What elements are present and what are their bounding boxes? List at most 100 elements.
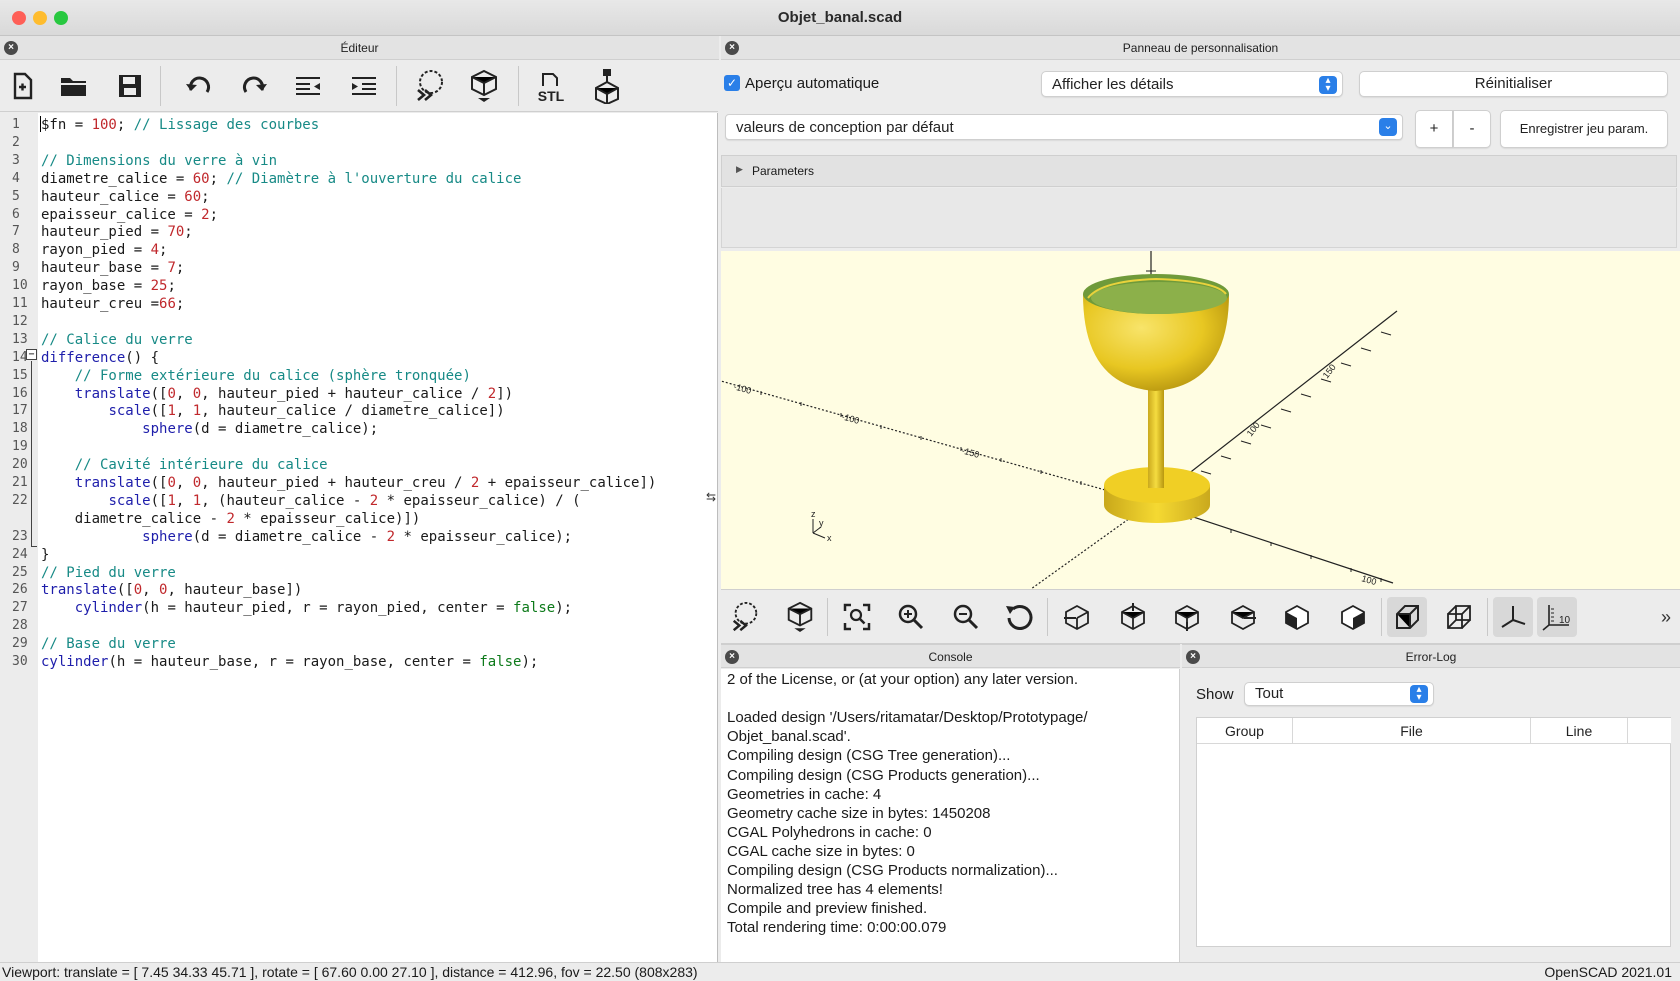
code-line[interactable]: 27 cylinder(h = hauteur_pied, r = rayon_… (0, 599, 716, 617)
view-left-icon[interactable] (1223, 597, 1263, 637)
code-token: ); (521, 654, 539, 670)
code-line[interactable]: 11 hauteur_creu =66; (0, 295, 716, 313)
add-preset-button[interactable]: + (1415, 110, 1453, 148)
indent-icon[interactable] (346, 68, 382, 104)
save-icon[interactable] (112, 68, 148, 104)
code-token: , (hauteur_calice - (201, 492, 370, 509)
zoom-in-icon[interactable] (891, 597, 931, 637)
column-header-spacer (1628, 718, 1671, 744)
orthogonal-icon[interactable] (1439, 597, 1479, 637)
perspective-icon[interactable] (1387, 597, 1427, 637)
code-line[interactable]: 10 rayon_base = 25; (0, 277, 716, 295)
code-line[interactable]: 28 (0, 617, 716, 635)
save-preset-button[interactable]: Enregistrer jeu param. (1500, 110, 1668, 148)
code-line[interactable]: 8 rayon_pied = 4; (0, 241, 716, 259)
line-number: 19 (12, 439, 28, 455)
console-line: CGAL cache size in bytes: 0 (727, 842, 915, 860)
show-scale-icon[interactable]: 10 (1537, 597, 1577, 637)
code-line[interactable]: 12 (0, 313, 716, 331)
code-token: ); (555, 600, 573, 617)
undo-icon[interactable] (181, 68, 217, 104)
preset-select[interactable]: valeurs de conception par défaut ⌄ (725, 114, 1403, 140)
column-header-group[interactable]: Group (1197, 718, 1293, 744)
code-line[interactable]: 23 sphere(d = diametre_calice - 2 * epai… (0, 528, 716, 546)
export-stl-icon[interactable]: STL (533, 68, 569, 104)
parameters-area (721, 188, 1677, 248)
column-header-file[interactable]: File (1293, 718, 1531, 744)
render-icon[interactable] (780, 597, 820, 637)
new-file-icon[interactable] (4, 68, 40, 104)
console-line: Total rendering time: 0:00:00.079 (727, 919, 947, 937)
render-icon[interactable] (466, 68, 502, 104)
details-select[interactable]: Afficher les détails ▴ ▾ (1041, 71, 1343, 97)
text-cursor (40, 116, 41, 132)
code-line[interactable]: 1 $fn = 100; // Lissage des courbes (0, 116, 716, 134)
parameters-group[interactable]: ▶ Parameters (721, 155, 1677, 187)
zoom-out-icon[interactable] (946, 597, 986, 637)
auto-preview-checkbox[interactable]: ✓ (724, 75, 740, 91)
view-right-icon[interactable] (1057, 597, 1097, 637)
code-text: hauteur_calice = 60; (41, 188, 210, 206)
code-token: ; (175, 260, 185, 277)
view-front-icon[interactable] (1277, 597, 1317, 637)
fold-marker[interactable]: − (26, 349, 37, 360)
code-line[interactable]: 19 (0, 438, 716, 456)
view-back-icon[interactable] (1333, 597, 1373, 637)
code-line[interactable]: 2 (0, 134, 716, 152)
console-output[interactable]: 2 of the License, or (at your option) an… (721, 669, 1180, 962)
code-text: translate([0, 0, hauteur_pied + hauteur_… (41, 385, 513, 403)
code-line[interactable]: 16 translate([0, 0, hauteur_pied + haute… (0, 385, 716, 403)
send-to-3d-print-icon[interactable] (589, 68, 625, 104)
code-line[interactable]: 6 epaisseur_calice = 2; (0, 206, 716, 224)
code-line[interactable]: 13 // Calice du verre (0, 331, 716, 349)
unindent-icon[interactable] (290, 68, 326, 104)
code-line[interactable]: 5 hauteur_calice = 60; (0, 188, 716, 206)
preview-icon[interactable] (412, 68, 448, 104)
redo-icon[interactable] (236, 68, 272, 104)
code-line[interactable]: 24} (0, 546, 716, 564)
3d-viewport[interactable]: -100 -100 -150 100 100 150 z y x (721, 251, 1680, 589)
errorlog-table[interactable]: Group File Line (1196, 717, 1671, 947)
code-token: ; (209, 170, 227, 187)
code-line[interactable]: 3 // Dimensions du verre à vin (0, 152, 716, 170)
code-line[interactable]: 17 scale([1, 1, hauteur_calice / diametr… (0, 402, 716, 420)
code-text: // Cavité intérieure du calice (41, 456, 328, 474)
code-line[interactable]: 4 diametre_calice = 60; // Diamètre à l'o… (0, 170, 716, 188)
code-text: diametre_calice = 60; // Diamètre à l'ou… (41, 170, 521, 188)
preview-icon[interactable] (725, 597, 765, 637)
code-token: false (479, 654, 522, 670)
show-filter-select[interactable]: Tout ▴ ▾ (1244, 682, 1434, 706)
console-line: Compile and preview finished. (727, 900, 928, 918)
code-line[interactable]: 15 // Forme extérieure du calice (sphère… (0, 367, 716, 385)
code-token: // Lissage des courbes (133, 117, 320, 133)
code-line[interactable]: 26 translate([0, 0, hauteur_base]) (0, 581, 716, 599)
view-all-icon[interactable] (837, 597, 877, 637)
code-token: translate (41, 582, 117, 599)
view-top-icon[interactable] (1113, 597, 1153, 637)
show-axes-icon[interactable] (1493, 597, 1533, 637)
code-line[interactable]: 9 hauteur_base = 7; (0, 259, 716, 277)
code-line[interactable]: 29 // Base du verre (0, 635, 716, 653)
view-bottom-icon[interactable] (1167, 597, 1207, 637)
code-line[interactable]: diametre_calice - 2 * epaisseur_calice)]… (0, 510, 716, 528)
column-header-line[interactable]: Line (1531, 718, 1628, 744)
more-icon[interactable]: » (1661, 607, 1671, 628)
reset-button[interactable]: Réinitialiser (1359, 71, 1668, 97)
splitter-handle[interactable]: ⇆ (706, 490, 716, 504)
select-arrows-icon: ▴ ▾ (1319, 76, 1337, 94)
code-token: (d = diametre_calice); (192, 421, 379, 438)
code-line[interactable]: 14 difference() { (0, 349, 716, 367)
code-line[interactable]: 18 sphere(d = diametre_calice); (0, 420, 716, 438)
code-line[interactable]: 25 // Pied du verre (0, 564, 716, 582)
code-line[interactable]: 20 // Cavité intérieure du calice (0, 456, 716, 474)
console-title: Console (928, 650, 973, 664)
remove-preset-button[interactable]: - (1453, 110, 1491, 148)
code-line[interactable]: 21 translate([0, 0, hauteur_pied + haute… (0, 474, 716, 492)
code-line[interactable]: 22 scale([1, 1, (hauteur_calice - 2 * ep… (0, 492, 716, 510)
code-text: rayon_base = 25; (41, 277, 176, 295)
code-line[interactable]: 30 cylinder(h = hauteur_base, r = rayon_b… (0, 653, 716, 671)
open-folder-icon[interactable] (56, 68, 92, 104)
reset-view-icon[interactable] (999, 597, 1039, 637)
code-editor[interactable]: 1 $fn = 100; // Lissage des courbes 2 3// D… (0, 113, 718, 962)
code-line[interactable]: 7 hauteur_pied = 70; (0, 223, 716, 241)
